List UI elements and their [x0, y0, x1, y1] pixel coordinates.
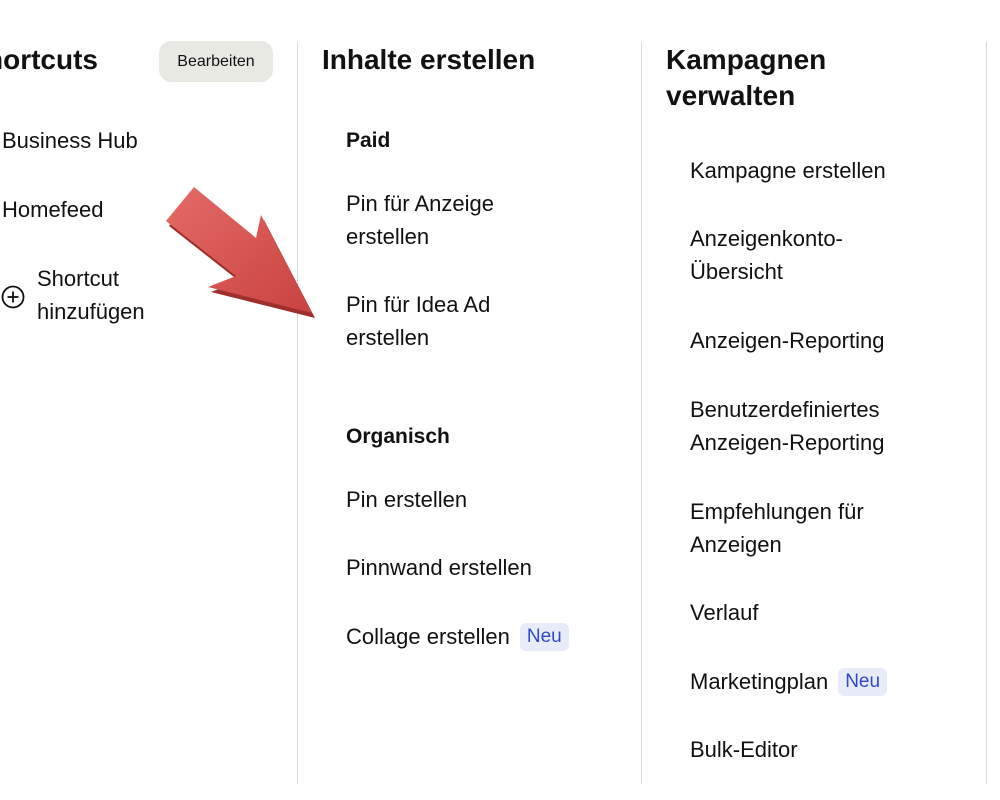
menu-item-label-line1: Anzeigenkonto-	[690, 226, 843, 251]
menu-item-label-line1: Empfehlungen für	[690, 499, 864, 524]
menu-item-label-line2: erstellen	[346, 224, 430, 249]
menu-item-label-line2: Übersicht	[690, 259, 783, 284]
plus-circle-icon	[1, 285, 25, 309]
menu-item-label-line1: Benutzerdefiniertes	[690, 397, 880, 422]
menu-item-verlauf[interactable]: Verlauf	[690, 596, 759, 629]
edit-button[interactable]: Bearbeiten	[159, 41, 273, 82]
menu-item-label: Collage erstellen	[346, 624, 510, 649]
column-divider	[986, 42, 987, 784]
arrow-icon	[166, 187, 315, 318]
menu-item-label: Marketingplan	[690, 669, 829, 694]
menu-item-label-line2: Anzeigen	[690, 532, 782, 557]
new-badge: Neu	[838, 668, 888, 696]
manage-campaigns-title: Kampagnen verwalten	[666, 44, 827, 111]
column-divider	[297, 42, 298, 784]
menu-item-custom-reporting[interactable]: Benutzerdefiniertes Anzeigen-Reporting	[690, 393, 970, 459]
menu-item-label-line2: erstellen	[346, 325, 430, 350]
menu-item-kampagne-erstellen[interactable]: Kampagne erstellen	[690, 154, 886, 187]
column-divider	[641, 42, 642, 784]
add-shortcut-label-line1: Shortcut	[37, 266, 119, 291]
menu-item-label-line1: Pin für Anzeige	[346, 191, 494, 216]
menu-item-pin-erstellen[interactable]: Pin erstellen	[346, 483, 467, 516]
shortcut-item-homefeed[interactable]: Homefeed	[2, 193, 104, 226]
menu-item-marketingplan[interactable]: Marketingplan Neu	[690, 665, 888, 698]
menu-item-pinnwand-erstellen[interactable]: Pinnwand erstellen	[346, 551, 532, 584]
menu-item-idea-ad-pin[interactable]: Pin für Idea Ad erstellen	[346, 288, 606, 354]
menu-item-anzeigenkonto-uebersicht[interactable]: Anzeigenkonto- Übersicht	[690, 222, 970, 288]
menu-item-empfehlungen[interactable]: Empfehlungen für Anzeigen	[690, 495, 970, 561]
menu-item-bulk-editor[interactable]: Bulk-Editor	[690, 733, 798, 766]
new-badge: Neu	[519, 623, 569, 651]
menu-item-anzeige-pin[interactable]: Pin für Anzeige erstellen	[346, 187, 606, 253]
create-content-title: Inhalte erstellen	[322, 44, 536, 75]
add-shortcut-label-line2: hinzufügen	[37, 299, 145, 324]
menu-item-anzeigen-reporting[interactable]: Anzeigen-Reporting	[690, 324, 884, 357]
shortcuts-title: hortcuts	[0, 44, 98, 75]
menu-item-label-line1: Pin für Idea Ad	[346, 292, 491, 317]
shortcut-item-business-hub[interactable]: Business Hub	[2, 124, 138, 157]
menu-item-label-line2: Anzeigen-Reporting	[690, 430, 885, 455]
menu-item-collage-erstellen[interactable]: Collage erstellen Neu	[346, 620, 569, 653]
paid-section-header: Paid	[346, 129, 391, 152]
organic-section-header: Organisch	[346, 425, 450, 448]
